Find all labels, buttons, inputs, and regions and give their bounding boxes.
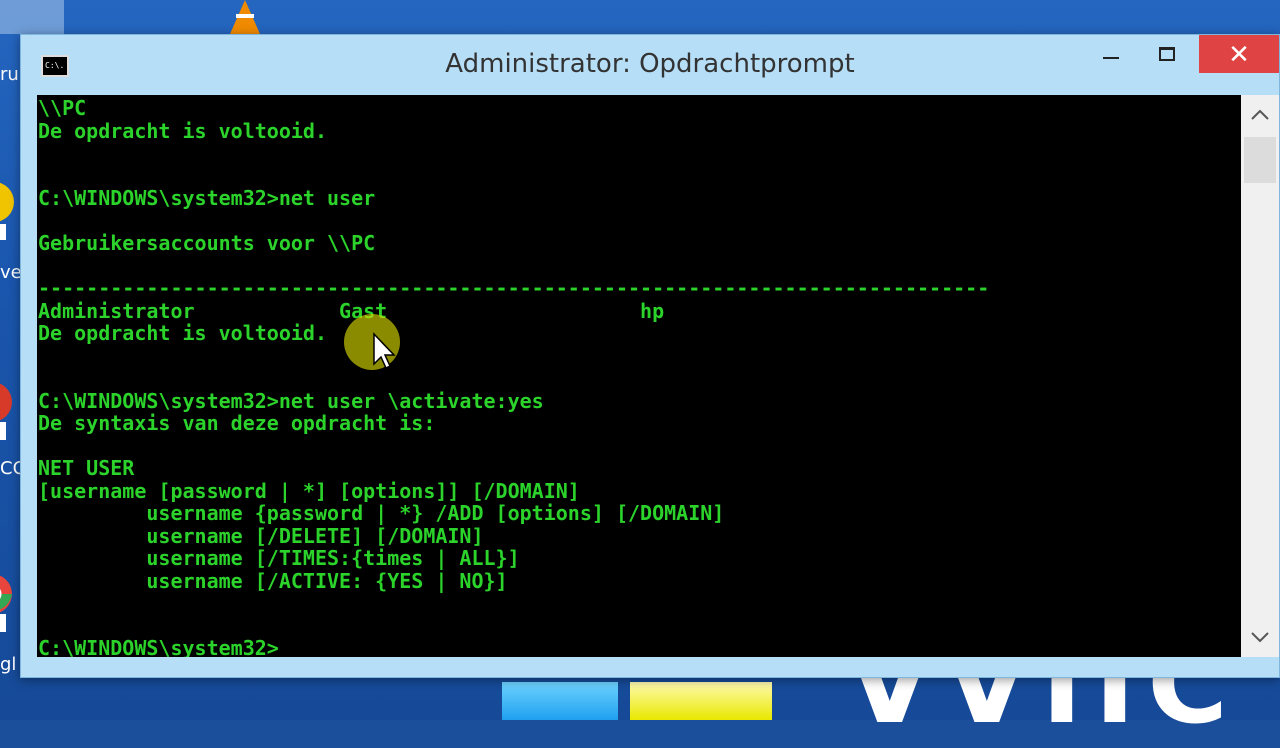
- vlc-icon[interactable]: [220, 0, 270, 34]
- console-line: De syntaxis van deze opdracht is:: [38, 411, 436, 435]
- desktop-label-4: gl: [0, 654, 17, 675]
- taskbar-tile-blue[interactable]: [502, 682, 618, 720]
- app-icon-red[interactable]: [0, 380, 20, 442]
- maximize-button[interactable]: [1139, 35, 1195, 73]
- scroll-thumb[interactable]: [1244, 137, 1276, 183]
- vertical-scrollbar[interactable]: [1241, 95, 1279, 657]
- console-line: Gebruikersaccounts voor \\PC: [38, 231, 376, 255]
- close-button[interactable]: ✕: [1199, 35, 1279, 73]
- close-icon: ✕: [1228, 38, 1250, 69]
- console-line: C:\WINDOWS\system32>net user: [38, 186, 376, 210]
- desktop-label-2: ve: [0, 262, 22, 283]
- console-line: ----------------------------------------…: [38, 276, 990, 300]
- console-line: C:\WINDOWS\system32>: [38, 636, 279, 657]
- minimize-icon: [1103, 57, 1119, 59]
- taskbar-tile-yellow[interactable]: [630, 682, 772, 720]
- maximize-icon: [1159, 47, 1175, 61]
- chrome-icon[interactable]: [0, 570, 20, 644]
- desktop-label-1: ru: [0, 64, 19, 85]
- chevron-down-icon: [1251, 632, 1269, 643]
- console-line: De opdracht is voltooid.: [38, 118, 327, 143]
- console-line: username {password | *} /ADD [options] […: [38, 501, 725, 525]
- browser-icon[interactable]: [0, 180, 20, 240]
- desktop-icon-1[interactable]: [0, 0, 64, 34]
- console-line: username [/ACTIVE: {YES | NO}]: [38, 568, 508, 593]
- console-line: username [/DELETE] [/DOMAIN]: [38, 523, 484, 548]
- console-line: Administrator Gast hp: [38, 298, 665, 323]
- console-output[interactable]: \\PC De opdracht is voltooid. C:\WINDOWS…: [37, 95, 1241, 657]
- console-line: NET USER: [38, 456, 135, 480]
- console-line: De opdracht is voltooid.: [38, 321, 327, 345]
- console-text: \\PC De opdracht is voltooid. C:\WINDOWS…: [37, 95, 1241, 657]
- console-line: C:\WINDOWS\system32>net user \activate:y…: [38, 388, 544, 413]
- scroll-up-button[interactable]: [1241, 95, 1279, 135]
- console-line: [username [password | *] [options]] [/DO…: [38, 478, 580, 503]
- minimize-button[interactable]: [1083, 35, 1139, 73]
- console-line: \\PC: [38, 96, 87, 120]
- cmd-window: C:\. Administrator: Opdrachtprompt ✕ \\P…: [20, 34, 1280, 678]
- chevron-up-icon: [1251, 109, 1269, 120]
- title-bar[interactable]: C:\. Administrator: Opdrachtprompt ✕: [21, 35, 1279, 95]
- console-line: username [/TIMES:{times | ALL}]: [38, 546, 520, 570]
- scroll-down-button[interactable]: [1241, 617, 1279, 657]
